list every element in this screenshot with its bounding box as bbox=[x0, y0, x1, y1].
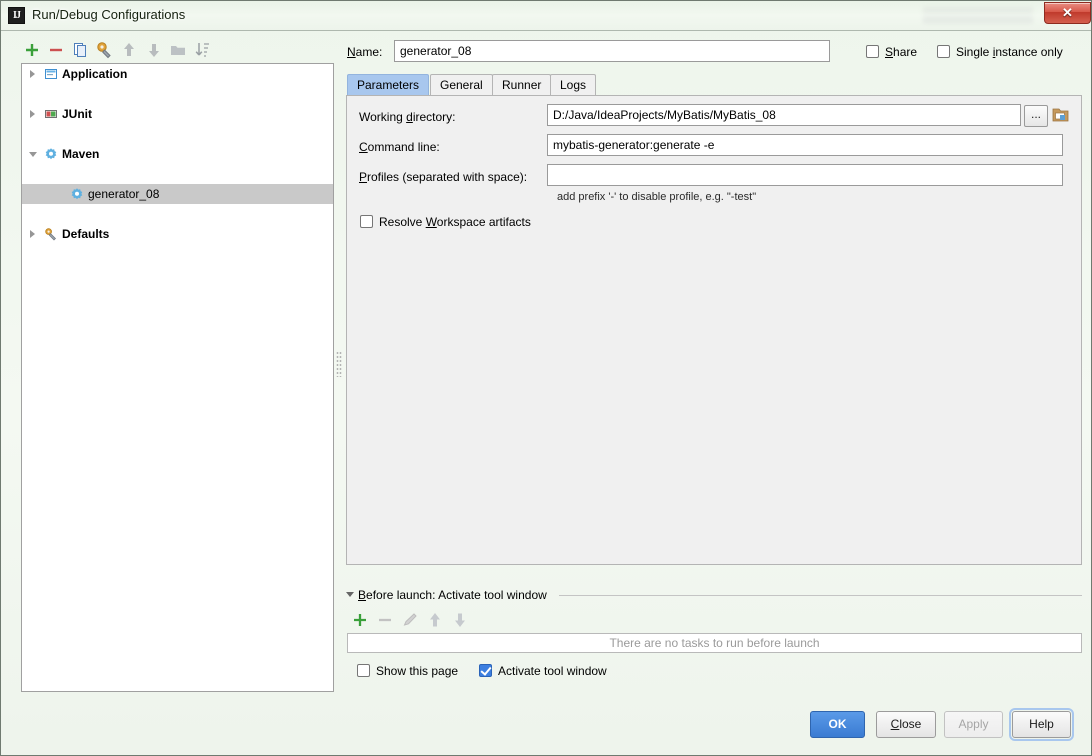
chevron-right-icon[interactable] bbox=[30, 230, 35, 238]
remove-task-button bbox=[372, 609, 398, 631]
tree-item-generator-08[interactable]: generator_08 bbox=[22, 184, 333, 204]
tree-item-application[interactable]: Application bbox=[22, 64, 333, 84]
tree-item-label: Maven bbox=[62, 147, 100, 161]
tree-item-label: Application bbox=[62, 67, 128, 81]
single-instance-only-label: Single instance only bbox=[956, 45, 1063, 59]
before-launch-title: Before launch: Activate tool window bbox=[358, 588, 547, 602]
maven-gear-icon bbox=[44, 147, 58, 161]
add-configuration-button[interactable] bbox=[21, 39, 43, 61]
profiles-hint: add prefix '-' to disable profile, e.g. … bbox=[557, 191, 757, 203]
create-folder-button[interactable] bbox=[167, 39, 189, 61]
tree-item-defaults[interactable]: Defaults bbox=[22, 224, 333, 244]
splitter-grip-icon bbox=[336, 351, 342, 377]
profiles-label: Profiles (separated with space): bbox=[359, 170, 528, 184]
panel-splitter[interactable] bbox=[335, 63, 343, 692]
resolve-workspace-artifacts-label: Resolve Workspace artifacts bbox=[379, 215, 531, 229]
tree-item-label: generator_08 bbox=[88, 187, 160, 201]
tab-parameters[interactable]: Parameters bbox=[347, 74, 430, 95]
tree-item-maven[interactable]: Maven bbox=[22, 144, 333, 164]
move-task-up-button bbox=[422, 609, 448, 631]
activate-tool-window-label: Activate tool window bbox=[498, 664, 607, 678]
tab-general[interactable]: General bbox=[430, 74, 493, 95]
close-button[interactable]: Close bbox=[876, 711, 936, 738]
close-window-button[interactable]: ✕ bbox=[1044, 2, 1091, 24]
move-down-button[interactable] bbox=[143, 39, 165, 61]
name-label-rest: ame: bbox=[355, 45, 383, 59]
application-icon bbox=[44, 67, 58, 81]
folder-open-icon[interactable] bbox=[1051, 105, 1071, 125]
before-launch-collapse-toggle[interactable] bbox=[346, 592, 354, 597]
help-button[interactable]: Help bbox=[1009, 708, 1074, 741]
remove-configuration-button[interactable] bbox=[45, 39, 67, 61]
configurations-tree[interactable]: Application JUnit Maven generator_08 Def… bbox=[21, 63, 334, 692]
run-debug-configurations-dialog: IJ Run/Debug Configurations ✕ Applicatio… bbox=[0, 0, 1092, 756]
tree-item-junit[interactable]: JUnit bbox=[22, 104, 333, 124]
command-line-input[interactable]: mybatis-generator:generate -e bbox=[547, 134, 1063, 156]
show-this-page-checkbox[interactable] bbox=[357, 664, 370, 677]
window-title: Run/Debug Configurations bbox=[32, 7, 186, 22]
name-label: Name: bbox=[347, 45, 383, 59]
move-task-down-button bbox=[447, 609, 473, 631]
working-directory-browse-button[interactable]: ... bbox=[1024, 105, 1048, 127]
working-directory-input[interactable]: D:/Java/IdeaProjects/MyBatis/MyBatis_08 bbox=[547, 104, 1021, 126]
defaults-wrench-icon bbox=[44, 227, 58, 241]
tab-logs[interactable]: Logs bbox=[550, 74, 597, 95]
configurations-toolbar bbox=[21, 37, 334, 63]
profiles-input[interactable] bbox=[547, 164, 1063, 186]
copy-configuration-button[interactable] bbox=[69, 39, 91, 61]
add-task-button[interactable] bbox=[347, 609, 373, 631]
chevron-right-icon[interactable] bbox=[30, 110, 35, 118]
junit-icon bbox=[44, 107, 58, 121]
sort-button[interactable] bbox=[191, 39, 213, 61]
edit-templates-button[interactable] bbox=[93, 39, 115, 61]
title-bar: IJ Run/Debug Configurations ✕ bbox=[1, 1, 1091, 31]
share-checkbox[interactable] bbox=[866, 45, 879, 58]
chevron-right-icon[interactable] bbox=[30, 70, 35, 78]
activate-tool-window-checkbox[interactable] bbox=[479, 664, 492, 677]
intellij-idea-icon: IJ bbox=[8, 7, 25, 24]
move-up-button[interactable] bbox=[118, 39, 140, 61]
before-launch-toolbar bbox=[347, 609, 487, 631]
before-launch-divider bbox=[559, 595, 1082, 596]
maven-gear-icon bbox=[70, 187, 84, 201]
tab-runner[interactable]: Runner bbox=[492, 74, 552, 95]
ok-button[interactable]: OK bbox=[810, 711, 865, 738]
show-this-page-label: Show this page bbox=[376, 664, 459, 678]
tree-item-label: JUnit bbox=[62, 107, 92, 121]
edit-task-button bbox=[397, 609, 423, 631]
tree-item-label: Defaults bbox=[62, 227, 110, 241]
chevron-down-icon[interactable] bbox=[29, 152, 37, 157]
resolve-workspace-artifacts-checkbox[interactable] bbox=[360, 215, 373, 228]
apply-button: Apply bbox=[944, 711, 1003, 738]
close-icon: ✕ bbox=[1062, 5, 1073, 20]
working-directory-label: Working directory: bbox=[359, 110, 456, 124]
before-launch-task-list[interactable]: There are no tasks to run before launch bbox=[347, 633, 1082, 653]
background-bleed-artifact bbox=[923, 3, 1033, 29]
single-instance-only-checkbox[interactable] bbox=[937, 45, 950, 58]
name-input[interactable]: generator_08 bbox=[394, 40, 830, 62]
share-label: Share bbox=[885, 45, 918, 59]
command-line-label: Command line: bbox=[359, 140, 440, 154]
